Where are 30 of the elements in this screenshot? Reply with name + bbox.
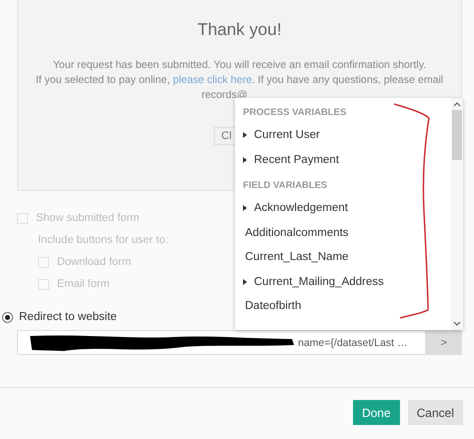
- group-heading: PROCESS VARIABLES: [243, 106, 348, 120]
- variable-item[interactable]: Recent Payment: [243, 148, 451, 172]
- checkbox-label: Email form: [57, 278, 110, 290]
- variable-item[interactable]: Current User: [243, 123, 451, 148]
- caret-icon: [243, 205, 247, 212]
- scrollbar[interactable]: [451, 98, 463, 330]
- group-heading: FIELD VARIABLES: [243, 179, 328, 193]
- message-text: If you selected to pay online, please click here. If you have any questions, please email: [36, 73, 444, 88]
- scroll-down-icon[interactable]: [453, 321, 461, 326]
- variable-item[interactable]: Current_Mailing_Address: [243, 270, 451, 294]
- variable-item[interactable]: Additionalcomments: [243, 220, 451, 245]
- checkbox-label: Download form: [57, 256, 131, 268]
- thank-you-title: Thank you!: [197, 20, 282, 40]
- include-label: Include buttons for user to:: [38, 234, 168, 246]
- scroll-up-icon[interactable]: [453, 102, 461, 107]
- variable-item[interactable]: Current_Last_Name: [243, 245, 451, 270]
- message-text: Your request has been submitted. You will receive an email confirmation shortly.: [52, 58, 426, 73]
- caret-icon: [243, 156, 247, 163]
- caret-icon: [243, 132, 247, 138]
- email-text: records@: [201, 89, 248, 101]
- caret-icon: [243, 278, 247, 285]
- scrollbar-thumb[interactable]: [452, 110, 462, 160]
- insert-variable-button[interactable]: >: [426, 330, 462, 355]
- radio-label: Redirect to website: [19, 311, 117, 323]
- variable-item[interactable]: Acknowledgement: [243, 196, 451, 220]
- url-field[interactable]: name={/dataset/Last …: [17, 330, 426, 355]
- checkbox-label: Show submitted form: [36, 212, 140, 224]
- variable-item[interactable]: Dateofbirth: [243, 294, 451, 318]
- cancel-button[interactable]: Cancel: [408, 400, 463, 425]
- radio-button[interactable]: [2, 312, 13, 322]
